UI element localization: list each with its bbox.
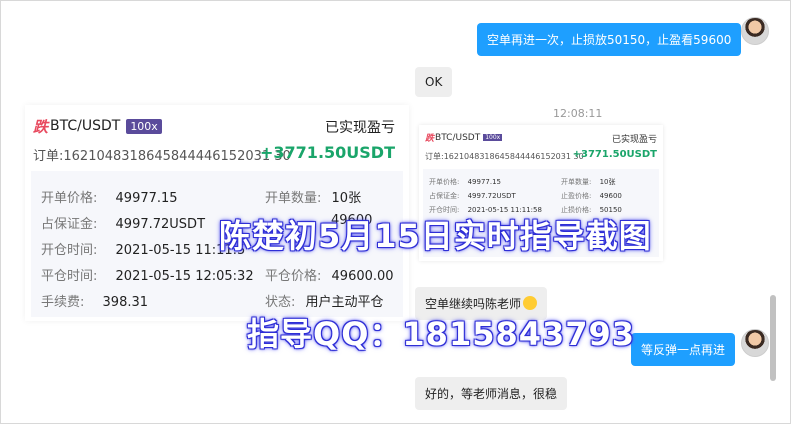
status-label: 状态: bbox=[265, 295, 296, 310]
small-margin-row: 占保证金: 4997.72USDT bbox=[429, 191, 516, 201]
realized-pnl-label: 已实现盈亏 bbox=[325, 120, 395, 136]
fee-value: 398.31 bbox=[102, 295, 149, 310]
small-open-qty-label: 开单数量: bbox=[561, 178, 592, 186]
small-tp-label: 止盈价格: bbox=[561, 192, 592, 200]
scrollbar-thumb[interactable] bbox=[770, 295, 776, 381]
open-time-row: 开仓时间: 2021-05-15 11:11:5 bbox=[41, 239, 245, 258]
small-open-price-label: 开单价格: bbox=[429, 178, 460, 186]
open-price-value: 49977.15 bbox=[115, 191, 178, 206]
small-trading-pair: BTC/USDT bbox=[435, 132, 481, 143]
pnl-value: +3771.50USDT bbox=[260, 143, 395, 162]
small-open-qty-value: 10张 bbox=[599, 178, 616, 186]
chat-window: 空单再进一次，止损放50150，止盈看59600 OK 12:08:11 跌 B… bbox=[0, 0, 791, 424]
open-price-row: 开单价格: 49977.15 bbox=[41, 187, 178, 206]
chat-message-left: OK bbox=[415, 67, 453, 97]
status-row: 状态: 用户主动平仓 bbox=[265, 291, 384, 310]
close-time-label: 平仓时间: bbox=[41, 269, 98, 284]
laughing-emoji-icon bbox=[523, 296, 538, 310]
open-qty-label: 开单数量: bbox=[265, 191, 322, 206]
small-card-title: 跌 BTC/USDT 100x bbox=[425, 131, 503, 144]
user-avatar[interactable] bbox=[741, 329, 769, 357]
fee-label: 手续费: bbox=[41, 295, 85, 310]
chat-message-left: 好的，等老师消息，很稳 bbox=[415, 377, 568, 410]
small-open-price-row: 开单价格: 49977.15 bbox=[429, 177, 501, 187]
small-pnl-value: +3771.50USDT bbox=[572, 149, 657, 160]
small-order-id: 订单:1621048318645844446152031 30 bbox=[425, 152, 584, 161]
small-tp-value: 49600 bbox=[599, 192, 622, 200]
open-price-label: 开单价格: bbox=[41, 191, 98, 206]
watermark-title: 陈楚初5月15日实时指导截图 bbox=[219, 217, 652, 255]
small-realized-label: 已实现盈亏 bbox=[611, 135, 657, 145]
close-time-value: 2021-05-15 12:05:32 bbox=[115, 269, 254, 284]
open-time-label: 开仓时间: bbox=[41, 243, 98, 258]
fee-row: 手续费: 398.31 bbox=[41, 291, 148, 310]
direction-badge: 跌 bbox=[33, 117, 49, 136]
watermark-contact: 指导QQ：1815843793 bbox=[247, 315, 636, 353]
close-price-row: 平仓价格: 49600.00 bbox=[265, 265, 394, 284]
card-title-row: 跌 BTC/USDT 100x bbox=[33, 115, 162, 137]
small-margin-value: 4997.72USDT bbox=[467, 192, 516, 200]
user-avatar[interactable] bbox=[741, 17, 769, 45]
close-price-value: 49600.00 bbox=[331, 269, 394, 284]
open-qty-row: 开单数量: 10张 bbox=[265, 187, 361, 206]
small-tp-row: 止盈价格: 49600 bbox=[561, 191, 622, 201]
message-timestamp: 12:08:11 bbox=[553, 107, 603, 120]
leverage-badge: 100x bbox=[126, 118, 162, 134]
margin-value: 4997.72USDT bbox=[115, 217, 206, 232]
close-time-row: 平仓时间: 2021-05-15 12:05:32 bbox=[41, 265, 254, 284]
margin-label: 占保证金: bbox=[41, 217, 98, 232]
small-leverage-badge: 100x bbox=[483, 134, 503, 141]
open-qty-value: 10张 bbox=[331, 191, 362, 206]
close-price-label: 平仓价格: bbox=[265, 269, 322, 284]
margin-row: 占保证金: 4997.72USDT bbox=[41, 213, 205, 232]
small-direction-badge: 跌 bbox=[425, 134, 435, 144]
small-open-qty-row: 开单数量: 10张 bbox=[561, 177, 616, 187]
status-value: 用户主动平仓 bbox=[305, 295, 384, 310]
trading-pair: BTC/USDT bbox=[50, 118, 121, 134]
order-id: 订单:1621048318645844446152031 30 bbox=[33, 149, 291, 164]
small-open-price-value: 49977.15 bbox=[467, 178, 501, 186]
small-margin-label: 占保证金: bbox=[429, 192, 460, 200]
chat-message-right: 等反弹一点再进 bbox=[631, 333, 736, 366]
chat-message-right: 空单再进一次，止损放50150，止盈看59600 bbox=[477, 23, 742, 56]
